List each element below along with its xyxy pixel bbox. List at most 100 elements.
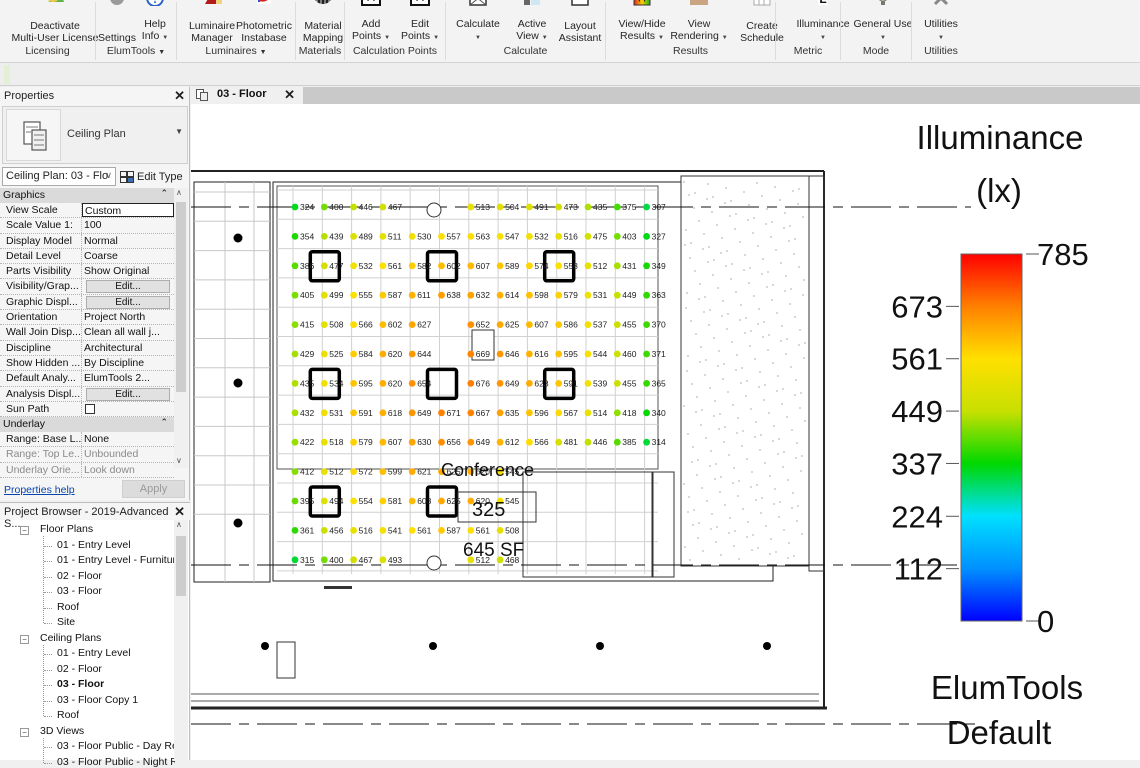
stipple-dot [688,194,690,196]
section-underlay[interactable]: Underlay ⌃ [0,417,174,433]
property-value[interactable]: Project North [82,310,174,324]
stipple-dot [727,391,729,393]
property-key: Display Model [0,233,82,248]
browser-view-item[interactable]: 02 - Floor [57,570,102,582]
browser-scrollbar[interactable]: ∧ [174,520,188,761]
stipple-dot [701,487,703,489]
drawing-canvas[interactable]: 324 400 446 467 513 504 491 473 435 375 307 354 439 4… [191,104,1140,760]
browser-view-item[interactable]: 02 - Floor [57,663,102,675]
stipple-dot [740,304,742,306]
calc-point [643,350,650,358]
browser-view-item[interactable]: 03 - Floor Copy 1 [57,694,138,706]
section-graphics[interactable]: Graphics ⌃ [0,188,174,203]
utilities-button[interactable]: Utilities ▼ [891,0,991,44]
property-value[interactable]: Show Original [82,264,174,278]
ribbon-group-luminaires[interactable]: Luminaires ▼ [177,45,295,61]
stipple-dot [724,202,726,204]
property-value[interactable]: None [82,432,174,446]
properties-title: Properties [4,90,55,102]
calc-point [320,291,328,299]
stipple-dot [759,371,761,373]
property-value[interactable]: Architectural [82,341,174,355]
project-browser-title: Project Browser - 2019-Advanced S... [0,503,190,530]
collapse-toggle-icon[interactable]: − [20,634,29,644]
calc-point [613,233,621,240]
stipple-dot [788,240,790,242]
stipple-dot [803,357,805,359]
calc-point-value: 603 [417,496,431,506]
sun-path-checkbox[interactable] [85,403,95,414]
edit-button[interactable]: Edit... [86,295,170,309]
stipple-dot [752,232,754,234]
stipple-dot [799,329,801,331]
browser-view-item[interactable]: Roof [57,601,79,613]
collapse-icon[interactable]: ⌃ [160,188,168,199]
close-icon[interactable]: ✕ [174,88,185,104]
scroll-down-icon[interactable]: ∨ [176,456,182,465]
browser-view-item[interactable]: 03 - Floor Public - Day Re [57,740,175,752]
stipple-dot [747,521,749,523]
property-value[interactable]: Coarse [82,249,174,263]
property-key: Scale Value 1: [0,218,82,233]
property-value-input[interactable]: Custom [82,203,174,218]
ribbon-group-elumtools[interactable]: ElumTools ▼ [96,45,176,61]
calc-point-value: 595 [359,378,373,388]
calc-point [350,350,357,358]
browser-view-item[interactable]: Site [57,616,75,628]
browser-view-item[interactable]: 03 - Floor Public - Night Re [57,756,175,768]
property-row: Range: Base L... None [0,432,174,448]
calc-point [320,497,328,505]
browser-view-item[interactable]: 01 - Entry Level [57,647,131,659]
stipple-dot [720,476,722,478]
apply-button[interactable]: Apply [122,480,185,498]
scroll-up-icon[interactable]: ∧ [176,520,182,529]
chevron-down-icon[interactable]: ▼ [175,127,183,136]
property-value[interactable]: By Discipline [82,356,174,370]
stipple-dot [761,497,763,499]
properties-scrollbar[interactable]: ∧ ∨ [174,188,188,468]
browser-group-ceiling-plans[interactable]: Ceiling Plans [40,632,101,644]
svg-text:++: ++ [637,0,648,4]
scroll-thumb[interactable] [176,536,186,596]
stipple-dot [695,411,697,413]
calc-point-value: 612 [505,437,519,447]
property-row: Show Hidden ... By Discipline [0,355,174,372]
browser-view-item[interactable]: 01 - Entry Level - Furnitur [57,554,175,566]
calc-point-value: 649 [505,378,519,388]
browser-view-item[interactable]: 01 - Entry Level [57,539,131,551]
tab-03-floor[interactable]: 03 - Floor ✕ [191,87,303,104]
collapse-toggle-icon[interactable]: − [20,526,29,535]
stipple-dot [691,383,693,385]
browser-view-item[interactable]: 03 - Floor [57,678,104,690]
close-tab-icon[interactable]: ✕ [284,87,295,103]
browser-group-floor-plans[interactable]: Floor Plans [40,523,93,535]
scroll-up-icon[interactable]: ∧ [176,188,182,197]
collapse-icon[interactable]: ⌃ [160,417,168,428]
browser-view-item[interactable]: 03 - Floor [57,585,102,597]
browser-view-item[interactable]: Roof [57,709,79,721]
collapse-toggle-icon[interactable]: − [20,727,29,737]
property-value[interactable]: ElumTools 2... [82,371,174,385]
properties-help-link[interactable]: Properties help [4,484,75,496]
type-selector[interactable]: Ceiling Plan ▼ [2,106,188,164]
property-value[interactable]: Clean all wall j... [82,325,174,339]
property-value[interactable]: Normal [82,234,174,248]
edit-button[interactable]: Edit... [86,280,170,294]
edit-type-button[interactable]: Edit Type [120,167,183,186]
property-value[interactable]: 100 [82,218,174,232]
property-row: Analysis Displ... Edit... [0,386,174,402]
calc-point-value: 324 [300,202,314,212]
calc-point [291,527,299,534]
close-icon[interactable]: ✕ [174,504,185,520]
type-name: Ceiling Plan [67,128,126,140]
calc-point [555,291,563,299]
calc-point-value: 475 [593,231,607,241]
calc-point-value: 354 [300,231,314,241]
calc-point-value: 625 [505,320,519,330]
stipple-dot [705,437,707,439]
browser-group-3d-views[interactable]: 3D Views [40,725,84,737]
calc-point [320,409,328,417]
edit-button[interactable]: Edit... [86,387,170,401]
scroll-thumb[interactable] [176,202,186,392]
view-instance-select[interactable]: Ceiling Plan: 03 - Flo ∨ [2,167,116,186]
